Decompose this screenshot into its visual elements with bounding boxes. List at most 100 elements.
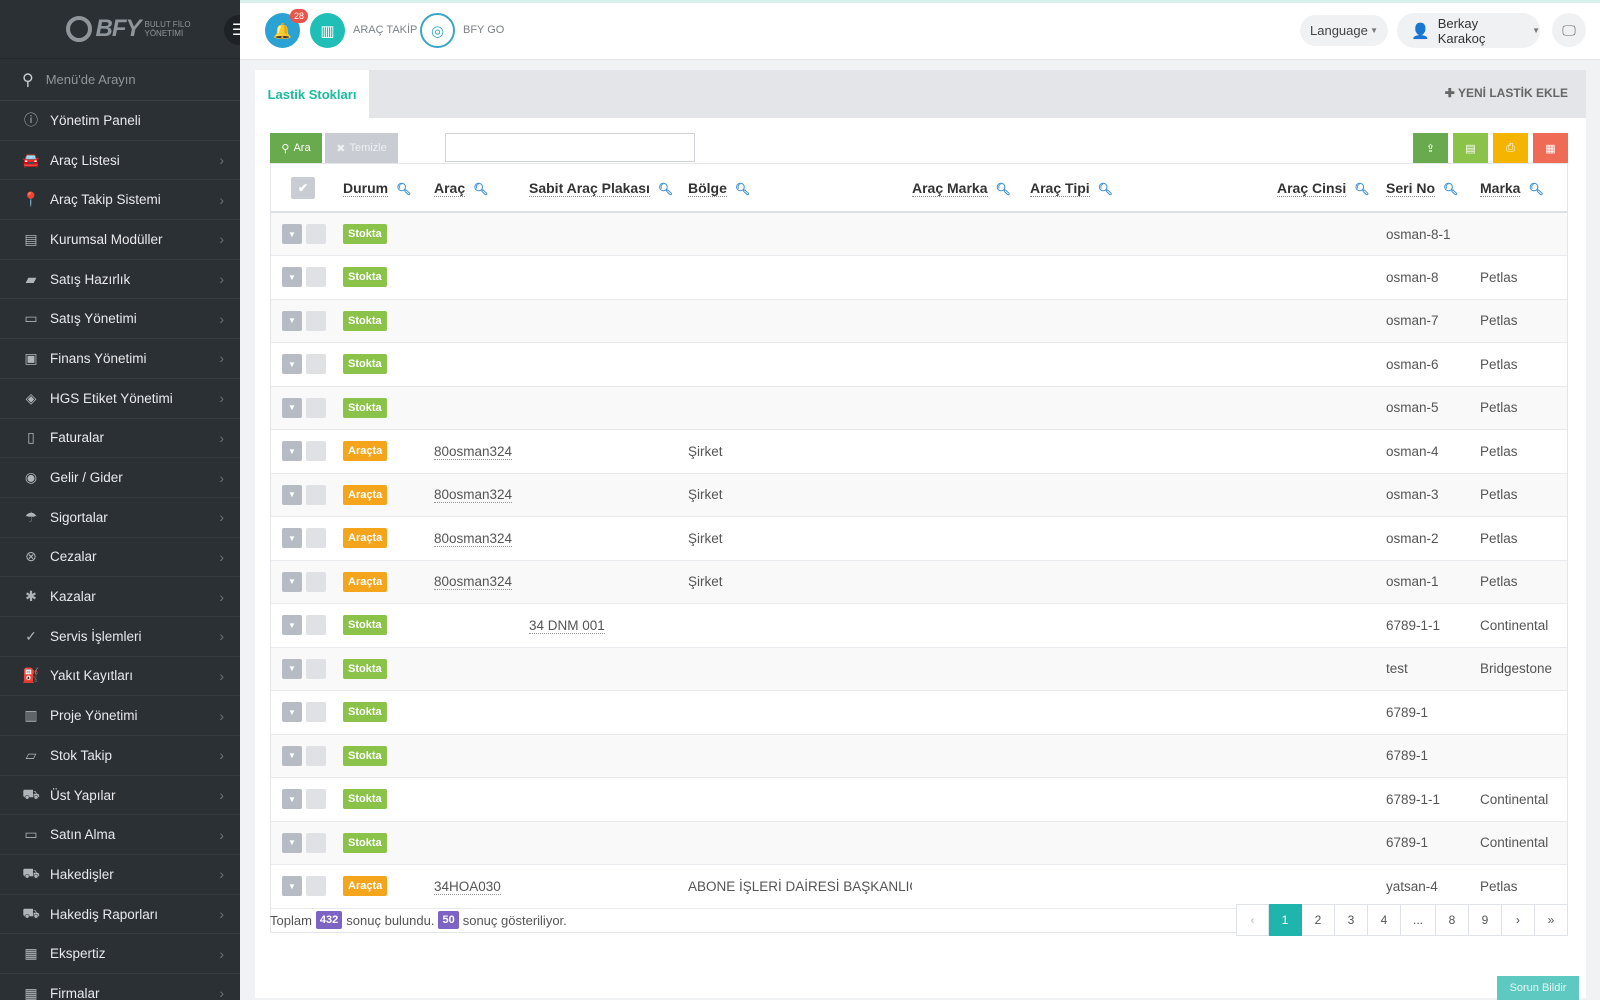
row-dropdown-icon[interactable]: ▼ <box>282 832 302 853</box>
row-dropdown-icon[interactable]: ▼ <box>282 224 302 244</box>
row-dropdown-icon[interactable]: ▼ <box>282 397 302 418</box>
page-button[interactable]: 9 <box>1469 904 1502 936</box>
row-checkbox[interactable] <box>306 745 326 766</box>
table-row[interactable]: ▼ Stokta osman-8 Petlas <box>271 256 1567 299</box>
row-checkbox[interactable] <box>306 397 326 418</box>
sidebar-item-7[interactable]: ◈ HGS Etiket Yönetimi › <box>0 379 240 419</box>
table-row[interactable]: ▼ Stokta osman-7 Petlas <box>271 299 1567 343</box>
column-header[interactable]: Sabit Araç Plakası 🔍︎ <box>529 164 688 212</box>
row-checkbox[interactable] <box>306 876 326 897</box>
sidebar-item-19[interactable]: ⛟ Hakedişler › <box>0 855 240 895</box>
table-row[interactable]: ▼ Stokta 6789-1 Continental <box>271 821 1567 865</box>
sidebar-item-12[interactable]: ✱ Kazalar › <box>0 577 240 617</box>
sidebar-item-17[interactable]: ⛟ Üst Yapılar › <box>0 776 240 816</box>
new-tire-button[interactable]: ✚ YENİ LASTİK EKLE <box>1445 86 1568 100</box>
search-button[interactable]: ⚲ Ara <box>270 133 322 163</box>
arac-link[interactable]: 34HOA030 <box>434 878 501 895</box>
sidebar-item-5[interactable]: ▭ Satış Yönetimi › <box>0 299 240 340</box>
table-row[interactable]: ▼ Stokta test Bridgestone <box>271 647 1567 691</box>
page-button[interactable]: 4 <box>1368 904 1401 936</box>
sidebar-item-4[interactable]: ▰ Satış Hazırlık › <box>0 260 240 300</box>
sidebar-item-8[interactable]: ▯ Faturalar › <box>0 419 240 459</box>
page-button[interactable]: » <box>1535 904 1568 936</box>
table-row[interactable]: ▼ Stokta 6789-1 <box>271 691 1567 734</box>
columns-button[interactable]: ▦ <box>1533 133 1568 163</box>
bfy-go-button[interactable]: ◎ <box>420 13 455 48</box>
sidebar-item-16[interactable]: ▱ Stok Takip › <box>0 736 240 776</box>
monitor-button[interactable]: 🖵 <box>1552 13 1586 47</box>
table-row[interactable]: ▼ Araçta 80osman324 Şirket osman-3 Petla… <box>271 473 1567 517</box>
table-row[interactable]: ▼ Stokta osman-5 Petlas <box>271 386 1567 430</box>
column-header[interactable]: Araç 🔍︎ <box>434 164 529 212</box>
arac-takip-button[interactable]: ▥ <box>310 13 345 48</box>
column-header[interactable]: Araç Tipi 🔍︎ <box>1030 164 1277 212</box>
menu-search[interactable]: ⚲ Menü'de Arayın <box>0 59 240 101</box>
row-dropdown-icon[interactable]: ▼ <box>282 789 302 810</box>
row-dropdown-icon[interactable]: ▼ <box>282 702 302 723</box>
sidebar-item-1[interactable]: 🚘 Araç Listesi › <box>0 141 240 181</box>
search-icon[interactable]: 🔍︎ <box>1098 182 1113 196</box>
search-icon[interactable]: 🔍︎ <box>1528 182 1543 196</box>
language-dropdown[interactable]: Language ▼ <box>1300 15 1388 46</box>
tab-lastik-stoklari[interactable]: Lastik Stokları <box>255 70 369 118</box>
sidebar-item-18[interactable]: ▭ Satın Alma › <box>0 815 240 856</box>
row-dropdown-icon[interactable]: ▼ <box>282 658 302 679</box>
row-dropdown-icon[interactable]: ▼ <box>282 876 302 897</box>
row-checkbox[interactable] <box>306 310 326 331</box>
excel-export-button[interactable]: ▤ <box>1453 133 1488 163</box>
plaka-link[interactable]: 34 DNM 001 <box>529 617 605 634</box>
sidebar-item-0[interactable]: ⓘ Yönetim Paneli <box>0 101 240 141</box>
search-icon[interactable]: 🔍︎ <box>396 182 411 196</box>
page-button[interactable]: 3 <box>1335 904 1368 936</box>
sidebar-item-20[interactable]: ⛟ Hakediş Raporları › <box>0 895 240 935</box>
search-icon[interactable]: 🔍︎ <box>1354 182 1369 196</box>
row-dropdown-icon[interactable]: ▼ <box>282 441 302 462</box>
page-button[interactable]: 2 <box>1302 904 1335 936</box>
report-issue-button[interactable]: Sorun Bildir <box>1497 976 1579 1000</box>
row-checkbox[interactable] <box>306 484 326 505</box>
row-dropdown-icon[interactable]: ▼ <box>282 310 302 331</box>
row-checkbox[interactable] <box>306 789 326 810</box>
table-row[interactable]: ▼ Araçta 80osman324 Şirket osman-2 Petla… <box>271 517 1567 560</box>
table-row[interactable]: ▼ Araçta 34HOA030 ABONE İŞLERİ DAİRESİ B… <box>271 865 1567 908</box>
upload-button[interactable]: ⇪ <box>1413 133 1448 163</box>
row-checkbox[interactable] <box>306 702 326 723</box>
bfy-go-link[interactable]: BFY GO <box>463 24 504 36</box>
search-icon[interactable]: 🔍︎ <box>735 182 750 196</box>
row-checkbox[interactable] <box>306 658 326 679</box>
row-dropdown-icon[interactable]: ▼ <box>282 267 302 288</box>
page-button[interactable]: ‹ <box>1236 904 1269 936</box>
sidebar-item-3[interactable]: ▤ Kurumsal Modüller › <box>0 220 240 260</box>
column-header[interactable]: Araç Cinsi 🔍︎ <box>1277 164 1386 212</box>
row-checkbox[interactable] <box>306 267 326 288</box>
table-row[interactable]: ▼ Stokta osman-8-1 <box>271 212 1567 256</box>
row-dropdown-icon[interactable]: ▼ <box>282 484 302 505</box>
row-dropdown-icon[interactable]: ▼ <box>282 745 302 766</box>
menu-toggle-icon[interactable]: ☰ <box>224 15 240 45</box>
sidebar-item-6[interactable]: ▣ Finans Yönetimi › <box>0 339 240 379</box>
sidebar-item-11[interactable]: ⊗ Cezalar › <box>0 538 240 578</box>
row-checkbox[interactable] <box>306 224 326 244</box>
user-menu[interactable]: 👤 Berkay Karakoç ▼ <box>1397 13 1540 48</box>
row-checkbox[interactable] <box>306 571 326 592</box>
table-row[interactable]: ▼ Araçta 80osman324 Şirket osman-4 Petla… <box>271 430 1567 473</box>
page-button[interactable]: › <box>1502 904 1535 936</box>
brand-logo[interactable]: BFY BULUT FİLO YÖNETİMİ <box>65 15 195 43</box>
sidebar-item-2[interactable]: 📍 Araç Takip Sistemi › <box>0 180 240 221</box>
search-icon[interactable]: 🔍︎ <box>658 182 673 196</box>
row-checkbox[interactable] <box>306 441 326 462</box>
column-header[interactable]: Seri No 🔍︎ <box>1386 164 1480 212</box>
sidebar-item-15[interactable]: ▥ Proje Yönetimi › <box>0 696 240 736</box>
row-checkbox[interactable] <box>306 615 326 636</box>
table-row[interactable]: ▼ Stokta 34 DNM 001 6789-1-1 Continental <box>271 604 1567 647</box>
search-icon[interactable]: 🔍︎ <box>996 182 1011 196</box>
table-row[interactable]: ▼ Araçta 80osman324 Şirket osman-1 Petla… <box>271 560 1567 604</box>
search-input[interactable] <box>445 133 695 162</box>
search-icon[interactable]: 🔍︎ <box>473 182 488 196</box>
select-all-checkbox[interactable]: ✔ <box>291 176 315 199</box>
sidebar-item-14[interactable]: ⛽ Yakıt Kayıtları › <box>0 657 240 697</box>
column-header[interactable]: Bölge 🔍︎ <box>688 164 912 212</box>
column-header[interactable]: Marka 🔍︎ <box>1480 164 1567 212</box>
arac-takip-link[interactable]: ARAÇ TAKİP <box>353 24 417 36</box>
sidebar-item-13[interactable]: ✓ Servis İşlemleri › <box>0 617 240 657</box>
